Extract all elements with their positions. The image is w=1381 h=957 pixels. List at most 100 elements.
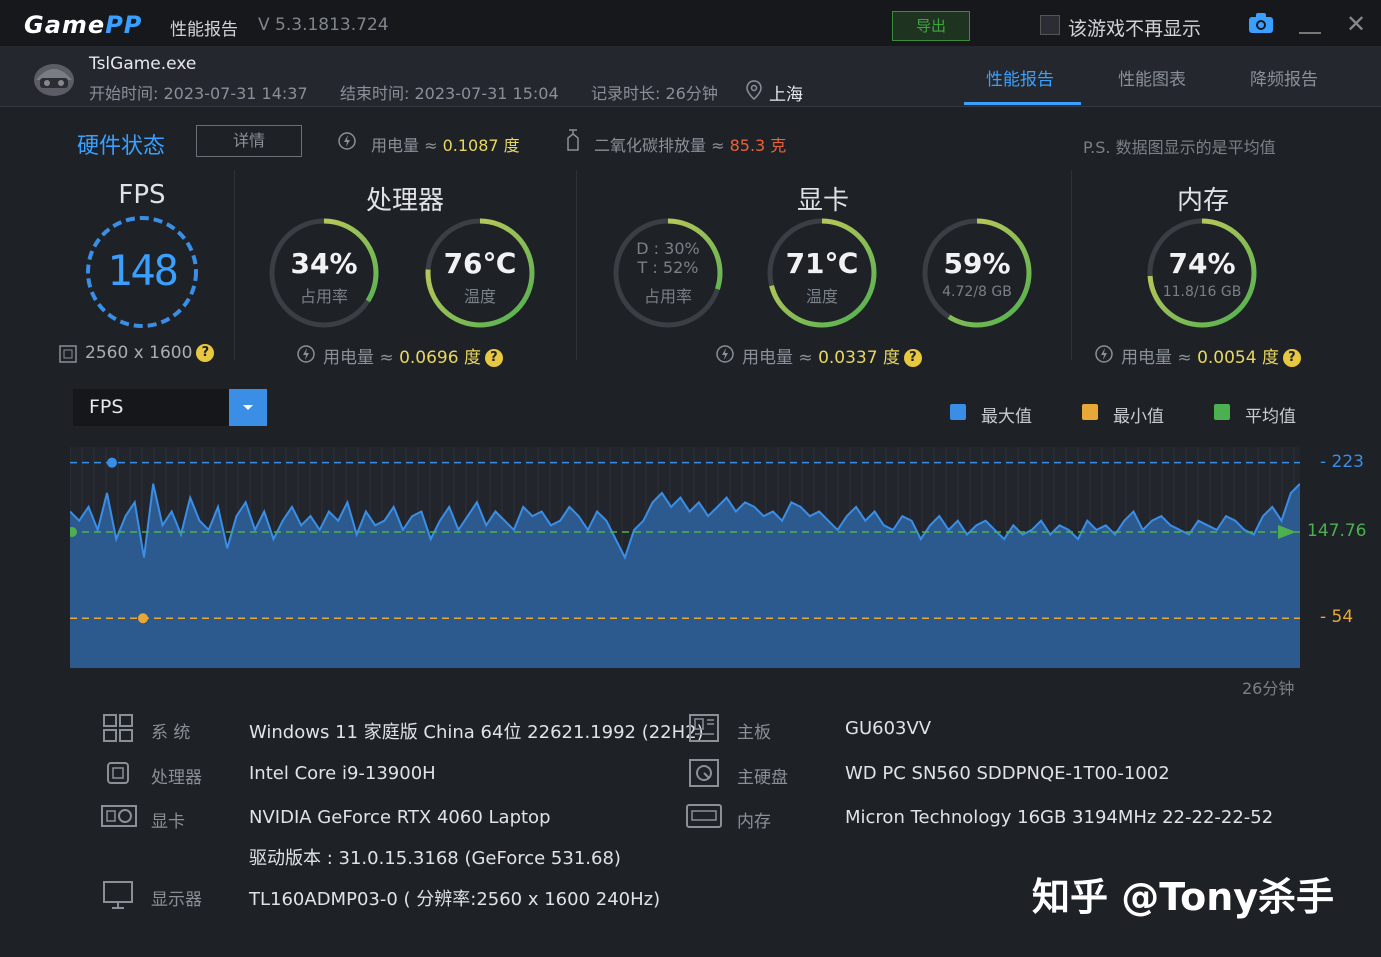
cpu-icon [107,762,129,784]
ram-value: Micron Technology 16GB 3194MHz 22-22-22-… [845,807,1274,828]
co2-emission: 二氧化碳排放量 ≈ 85.3 克 [594,136,787,155]
total-power-value: 0.1087 度 [442,136,520,155]
fps-section-title: FPS [118,180,166,210]
gpu-mem-label: 4.72/8 GB [942,284,1012,300]
co2-value: 85.3 克 [729,136,787,155]
ram-icon [686,804,722,828]
cpu-label: 处理器 [151,768,202,788]
gpu-temp-value: 71℃ [785,247,859,280]
tab-performance-charts[interactable]: 性能图表 [1118,65,1186,90]
cpu-temp-value: 76℃ [443,247,517,280]
resolution-icon [59,345,77,363]
power-icon [716,345,734,363]
help-icon[interactable]: ? [484,349,503,367]
power-icon [1095,345,1113,363]
camera-icon[interactable] [1248,12,1274,34]
section-divider [576,170,577,360]
help-icon[interactable]: ? [1282,349,1301,367]
monitor-label: 显示器 [151,890,202,910]
gpu-value: NVIDIA GeForce RTX 4060 Laptop [249,807,551,828]
ps-note: P.S. 数据图显示的是平均值 [1083,138,1276,157]
gpu-usage-label: 占用率 [643,287,692,306]
chevron-down-icon [243,405,253,410]
gpu-usage-t: T : 52% [637,258,699,277]
cpu-usage-label: 占用率 [299,287,348,306]
mem-usage-label: 11.8/16 GB [1162,284,1242,300]
os-value: Windows 11 家庭版 China 64位 22621.1992 (22H… [249,722,704,743]
legend-avg-swatch [1214,404,1230,420]
fps-value: 148 [107,246,179,295]
monitor-icon [103,881,133,909]
total-power: 用电量 ≈ 0.1087 度 [371,136,520,155]
chart-avg-label: 147.76 [1307,520,1367,541]
gpu-power: 用电量 ≈ 0.0337 度? [742,343,922,368]
metric-dropdown-button[interactable] [229,389,267,426]
power-icon [338,132,356,150]
close-button[interactable]: ✕ [1346,10,1366,38]
disk-label: 主硬盘 [737,768,788,788]
help-icon[interactable]: ? [903,349,922,367]
game-exe-name: TslGame.exe [89,54,197,74]
active-tab-indicator [964,102,1081,105]
disk-value: WD PC SN560 SDDPNQE-1T00-1002 [845,763,1170,784]
fps-resolution: 2560 x 1600? [85,343,215,363]
cpu-section-title: 处理器 [365,186,444,216]
hardware-status-title: 硬件状态 [77,134,166,159]
cpu-value: Intel Core i9-13900H [249,763,436,784]
cpu-usage-value: 34% [290,247,358,280]
mem-power: 用电量 ≈ 0.0054 度? [1121,343,1301,368]
location-pin-icon [746,80,762,100]
windows-icon [103,714,133,742]
gpu-label: 显卡 [151,812,185,832]
export-button[interactable]: 导出 [892,11,970,41]
window-title: 性能报告 [170,20,238,40]
help-icon[interactable]: ? [196,344,215,362]
tab-performance-report[interactable]: 性能报告 [986,65,1054,90]
driver-value: 驱动版本 : 31.0.15.3168 (GeForce 531.68) [249,848,621,869]
gpu-section-title: 显卡 [796,186,849,216]
legend-max-swatch [950,404,966,420]
mem-section-title: 内存 [1176,186,1229,216]
co2-icon [567,129,579,151]
metric-dropdown-value: FPS [89,396,124,418]
hide-game-checkbox[interactable] [1040,15,1060,35]
chart-duration-label: 26分钟 [1242,679,1295,698]
section-divider [1071,170,1072,360]
record-duration: 记录时长: 26分钟 [591,84,718,103]
section-divider [234,170,235,360]
location-label: 上海 [769,85,803,105]
chart-min-label: - 54 [1320,607,1354,628]
legend-min-label: 最小值 [1113,407,1164,427]
min-marker [138,613,148,624]
power-icon [297,345,315,363]
legend-max-label: 最大值 [981,407,1032,427]
legend-min-swatch [1082,404,1098,420]
tab-throttle-report[interactable]: 降频报告 [1250,65,1318,90]
end-time: 结束时间: 2023-07-31 15:04 [340,84,559,103]
gpu-icon [101,805,137,827]
gpu-temp-label: 温度 [805,287,838,306]
minimize-button[interactable] [1299,32,1321,34]
hide-game-label: 该游戏不再显示 [1068,18,1202,40]
motherboard-icon [689,714,719,742]
max-marker [107,457,117,468]
monitor-value: TL160ADMP03-0 ( 分辨率:2560 x 1600 240Hz) [249,889,661,910]
game-avatar-icon [34,64,74,96]
os-label: 系 统 [151,723,191,743]
app-logo: GamePP [24,11,143,39]
legend-avg-label: 平均值 [1245,407,1296,427]
mem-usage-value: 74% [1168,247,1236,280]
ram-label: 内存 [737,812,771,832]
start-time: 开始时间: 2023-07-31 14:37 [89,84,308,103]
cpu-power: 用电量 ≈ 0.0696 度? [323,343,503,368]
gpu-usage-d: D : 30% [636,239,700,258]
gpu-mem-value: 59% [943,247,1011,280]
watermark: 知乎 @Tony杀手 [1032,875,1335,919]
fps-chart [70,447,1300,668]
detail-button[interactable]: 详情 [196,125,302,157]
disk-icon [689,759,719,787]
board-label: 主板 [737,723,771,743]
chart-max-label: - 223 [1320,451,1364,472]
cpu-temp-label: 温度 [463,287,496,306]
board-value: GU603VV [845,718,932,739]
